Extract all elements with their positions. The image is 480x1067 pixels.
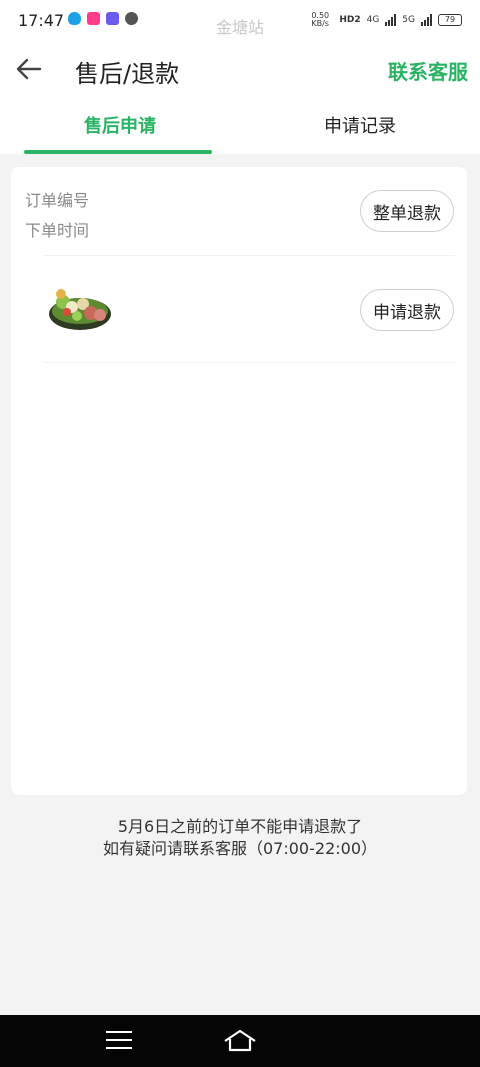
tab-after-sale-apply[interactable]: 售后申请 [0, 96, 240, 154]
salad-platter-image [49, 289, 111, 330]
signal-icon-2 [421, 14, 432, 26]
signal-icon [385, 14, 397, 26]
contact-service-link[interactable]: 联系客服 [388, 56, 468, 85]
back-button[interactable] [14, 54, 44, 84]
notice-line-2: 如有疑问请联系客服（07:00-22:00） [103, 839, 377, 858]
status-indicators: 0.50 KB/s HD2 4G 5G 79 [311, 12, 462, 28]
full-refund-button[interactable]: 整单退款 [360, 190, 454, 232]
arrow-left-icon [16, 58, 42, 80]
order-time-label: 下单时间 [25, 221, 90, 240]
app-header: 售后/退款 联系客服 [0, 44, 480, 96]
status-bar: 17:47 金塘站 0.50 KB/s HD2 4G 5G 79 [0, 0, 480, 44]
net2-label: 5G [402, 15, 415, 25]
battery-icon: 79 [438, 14, 462, 26]
net1-label: 4G [366, 15, 380, 25]
item-refund-button[interactable]: 申请退款 [360, 289, 454, 331]
notice-line-1: 5月6日之前的订单不能申请退款了 [117, 817, 363, 836]
system-nav-bar [0, 1015, 480, 1067]
menu-icon[interactable] [106, 1031, 132, 1051]
tab-bar: 售后申请 申请记录 [0, 96, 480, 154]
tab-apply-records[interactable]: 申请记录 [240, 96, 480, 154]
hd-label: HD2 [339, 15, 361, 25]
refund-notice: 5月6日之前的订单不能申请退款了 如有疑问请联系客服（07:00-22:00） [0, 816, 480, 860]
tab-active-indicator [24, 150, 212, 154]
net-speed: 0.50 KB/s [311, 11, 330, 28]
page-title: 售后/退款 [75, 60, 180, 88]
home-icon[interactable] [222, 1028, 258, 1054]
divider [43, 255, 455, 256]
order-number-label: 订单编号 [25, 191, 90, 210]
order-card: 订单编号 下单时间 整单退款 申请退款 [11, 167, 467, 795]
divider [43, 362, 455, 363]
